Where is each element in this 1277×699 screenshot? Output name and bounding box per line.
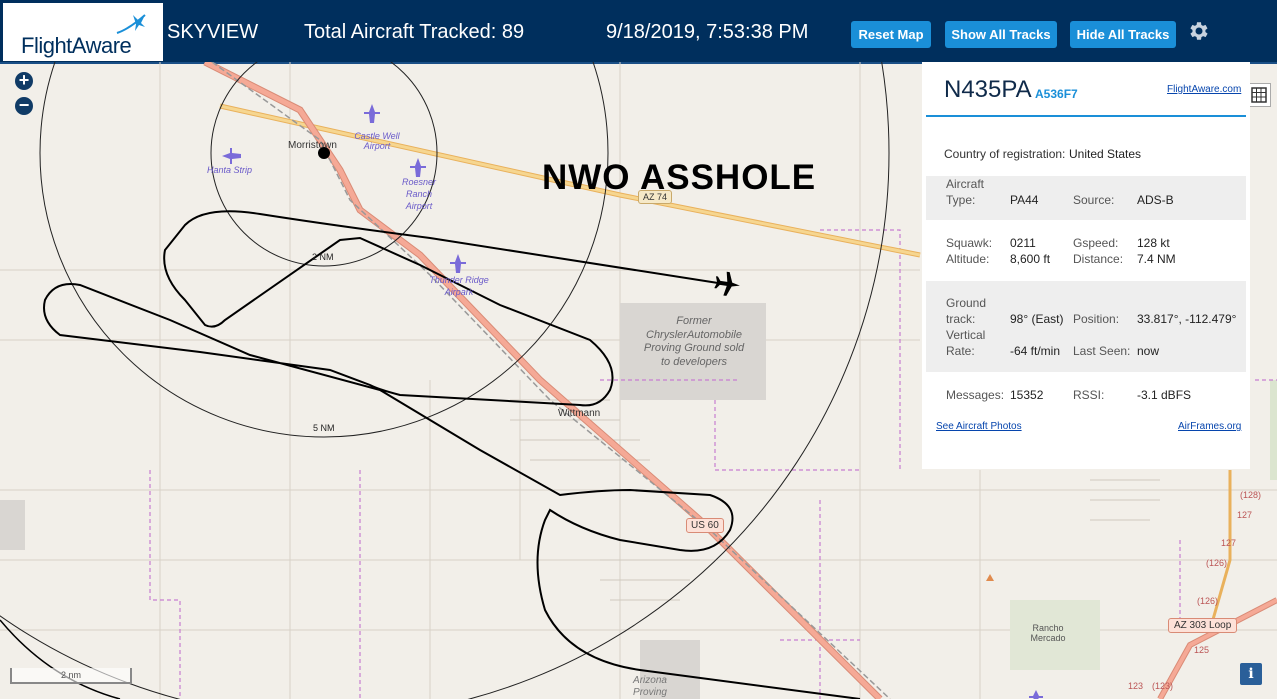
- label-rancho-mercado: Rancho Mercado: [1030, 623, 1066, 643]
- rssi-value: -3.1 dBFS: [1137, 388, 1192, 402]
- info-button[interactable]: i: [1240, 663, 1262, 685]
- overlay-text: NWO ASSHOLE: [542, 158, 817, 197]
- aircraft-info-panel: N435PA A536F7 FlightAware.com Country of…: [922, 62, 1250, 469]
- route-123a: 123: [1128, 681, 1144, 691]
- panel-divider: [926, 115, 1246, 117]
- label-wittmann: Wittmann: [558, 408, 601, 419]
- distance-label: Distance:: [1073, 252, 1124, 266]
- messages-value: 15352: [1010, 388, 1044, 402]
- type-label-2: Type:: [946, 193, 976, 207]
- vrate-value: -64 ft/min: [1010, 344, 1061, 358]
- reset-map-button[interactable]: Reset Map: [851, 21, 931, 48]
- zoom-out-button[interactable]: −: [15, 96, 33, 115]
- label-morristown: Morristown: [288, 140, 337, 151]
- aircraft-marker-icon[interactable]: [713, 270, 741, 297]
- show-all-tracks-button[interactable]: Show All Tracks: [945, 21, 1057, 48]
- label-thunder-ridge-airpark: Thunder Ridge Airpark: [429, 275, 489, 297]
- squawk-label: Squawk:: [946, 236, 993, 250]
- squawk-value: 0211: [1010, 236, 1036, 250]
- airframes-link[interactable]: AirFrames.org: [1178, 421, 1241, 432]
- country-label: Country of registration:: [944, 147, 1066, 161]
- source-label: Source:: [1073, 193, 1115, 207]
- grid-icon: [1251, 87, 1267, 103]
- flightaware-link[interactable]: FlightAware.com: [1167, 84, 1241, 95]
- source-value: ADS-B: [1137, 193, 1174, 207]
- route-123b: (123): [1152, 681, 1174, 691]
- altitude-value: 8,600 ft: [1010, 252, 1051, 266]
- route-128: (128): [1240, 490, 1262, 500]
- route-126a: (126): [1206, 558, 1228, 568]
- route-127b: 127: [1221, 538, 1237, 548]
- road-shield-az303: AZ 303 Loop: [1168, 618, 1238, 633]
- rssi-label: RSSI:: [1073, 388, 1105, 402]
- position-label: Position:: [1073, 312, 1120, 326]
- aircraft-hex-code: A536F7: [1035, 87, 1078, 101]
- scale-bar: 2 nm: [10, 668, 132, 684]
- brand-name: FlightAware: [21, 33, 132, 58]
- top-header-bar: FlightAware SKYVIEW Total Aircraft Track…: [0, 0, 1277, 64]
- zoom-in-button[interactable]: +: [15, 71, 33, 90]
- road-shield-us60: US 60: [686, 518, 724, 533]
- gspeed-value: 128 kt: [1137, 236, 1170, 250]
- see-aircraft-photos-link[interactable]: See Aircraft Photos: [936, 421, 1022, 432]
- last-seen-label: Last Seen:: [1073, 344, 1131, 358]
- vrate-label-2: Rate:: [946, 344, 975, 358]
- route-126b: (126): [1197, 596, 1219, 606]
- country-value: United States: [1069, 147, 1142, 161]
- ring-label-2nm: 2 NM: [312, 252, 334, 262]
- label-hanta-strip: Hanta Strip: [207, 165, 253, 175]
- label-castle-well-airport: Castle Well Airport: [354, 131, 400, 151]
- altitude-label: Altitude:: [946, 252, 990, 266]
- type-label-1: Aircraft: [946, 177, 985, 191]
- gspeed-label: Gspeed:: [1073, 236, 1119, 250]
- distance-value: 7.4 NM: [1137, 252, 1176, 266]
- track-label-1: Ground: [946, 296, 987, 310]
- label-arizona-proving: Arizona Proving: [633, 675, 667, 698]
- app-name: SKYVIEW: [167, 21, 259, 43]
- gear-icon[interactable]: [1187, 19, 1211, 43]
- aircraft-registration: N435PA: [944, 76, 1032, 103]
- position-value: 33.817°, -112.479°: [1137, 312, 1237, 326]
- ring-label-5nm: 5 NM: [313, 423, 335, 433]
- label-roesner-ranch-airport: Roesner Ranch Airport: [401, 177, 437, 211]
- route-125: 125: [1194, 645, 1210, 655]
- table-view-button[interactable]: [1247, 83, 1271, 107]
- type-value: PA44: [1010, 193, 1039, 207]
- current-datetime: 9/18/2019, 7:53:38 PM: [606, 21, 809, 43]
- messages-label: Messages:: [946, 388, 1005, 402]
- total-aircraft-tracked: Total Aircraft Tracked: 89: [304, 21, 525, 43]
- vrate-label-1: Vertical: [946, 328, 986, 342]
- route-127a: 127: [1237, 510, 1253, 520]
- hide-all-tracks-button[interactable]: Hide All Tracks: [1070, 21, 1176, 48]
- label-chrysler-proving-ground: Former ChryslerAutomobile Proving Ground…: [643, 315, 745, 368]
- track-value: 98° (East): [1010, 312, 1064, 326]
- track-label-2: track:: [946, 312, 976, 326]
- flightaware-logo[interactable]: FlightAware: [3, 3, 163, 61]
- last-seen-value: now: [1137, 344, 1160, 358]
